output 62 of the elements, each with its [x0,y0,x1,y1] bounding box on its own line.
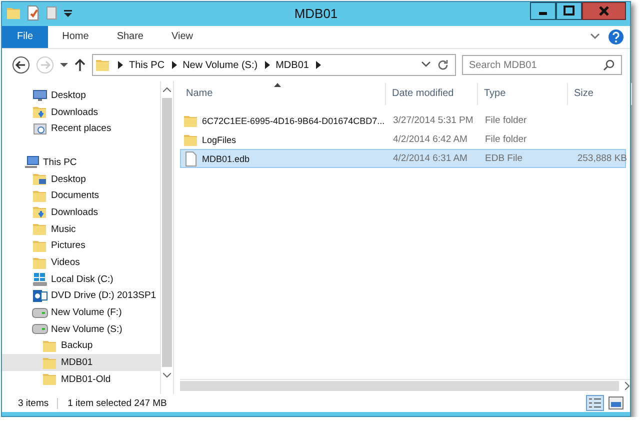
type-cell-text: File folder [484,115,528,126]
file-row[interactable]: 6C72C1EE-6995-4D16-9B64-D01674CBD7... 3/27/2014 5:31 PM File folder [180,111,626,130]
ribbon-tab[interactable]: File [2,26,48,48]
nav-item[interactable]: This PC [2,154,160,171]
nav-label: Backup [61,340,93,352]
breadcrumb[interactable]: New Volume (S:) [182,60,258,70]
nav-item[interactable]: New Volume (S:) [2,320,160,338]
nav-label: New Volume (F:) [51,307,122,318]
nav-label: Desktop [51,174,86,185]
nav-item[interactable]: Backup [2,338,160,354]
search-field[interactable]: Search MDB01 [462,55,622,75]
size-cell-text: 253,888 KB [576,153,628,164]
type-cell-text: File folder [484,134,528,145]
file-row[interactable]: LogFiles 4/2/2014 6:42 AM File folder [180,130,626,149]
date-cell-text: 4/2/2014 6:42 AM [392,134,468,145]
nav-item[interactable]: Desktop [2,87,160,104]
selection-info: 1 item selected 247 MB [68,398,167,408]
nav-label: Desktop [51,90,86,101]
file-row[interactable]: MDB01.edb 4/2/2014 6:31 AM EDB File 253,888 KB [180,149,626,168]
nav-label: Downloads [51,106,98,118]
file-name: LogFiles [202,134,236,144]
nav-item[interactable]: Downloads [2,104,160,120]
breadcrumb[interactable]: This PC [129,60,165,70]
file-name: 6C72C1EE-6995-4D16-9B64-D01674CBD7... [202,116,385,126]
nav-item[interactable]: Local Disk (C:) [2,270,160,288]
ribbon-tab[interactable]: View [158,26,207,48]
nav-label: DVD Drive (D:) 2013SP1 [51,290,156,302]
nav-label: Videos [51,257,80,268]
nav-item[interactable]: MDB01-Old [2,371,160,388]
nav-label: MDB01 [61,357,93,368]
nav-item[interactable]: Recent places [2,120,160,138]
file-name: MDB01.edb [202,154,250,164]
type-cell-text: EDB File [484,153,524,164]
address-bar[interactable]: This PC New Volume (S:) MDB01 [92,54,456,76]
date-cell-text: 4/2/2014 6:31 AM [392,153,468,164]
nav-label: New Volume (S:) [51,324,122,335]
ribbon-tab[interactable]: Share [102,26,158,48]
nav-label: MDB01-Old [61,374,111,385]
item-count: 3 items [18,398,58,408]
nav-label: Downloads [51,206,98,218]
nav-item[interactable]: Music [2,220,160,238]
nav-label: Recent places [51,123,112,134]
column-header[interactable]: Size [568,83,632,105]
nav-label: Pictures [51,240,86,252]
nav-label: Music [51,224,76,235]
window-title: MDB01 [293,5,339,21]
nav-item[interactable]: DVD Drive (D:) 2013SP1 [2,288,160,304]
nav-item[interactable]: Desktop [2,170,160,188]
nav-item[interactable]: New Volume (F:) [2,304,160,321]
ribbon-tab[interactable]: Home [48,26,103,48]
nav-item[interactable]: Downloads [2,204,160,221]
nav-label: Local Disk (C:) [51,274,114,285]
date-cell-text: 3/27/2014 5:31 PM [392,115,474,126]
nav-item[interactable]: Videos [2,254,160,271]
nav-label: This PC [43,156,77,168]
nav-label: Documents [51,190,100,202]
column-header[interactable]: Date modified [386,83,478,105]
nav-item[interactable]: MDB01 [2,354,160,371]
column-header[interactable]: Type [478,83,568,105]
nav-item[interactable]: Pictures [2,238,160,254]
nav-item[interactable]: Documents [2,187,160,204]
breadcrumb[interactable]: MDB01 [276,60,309,70]
